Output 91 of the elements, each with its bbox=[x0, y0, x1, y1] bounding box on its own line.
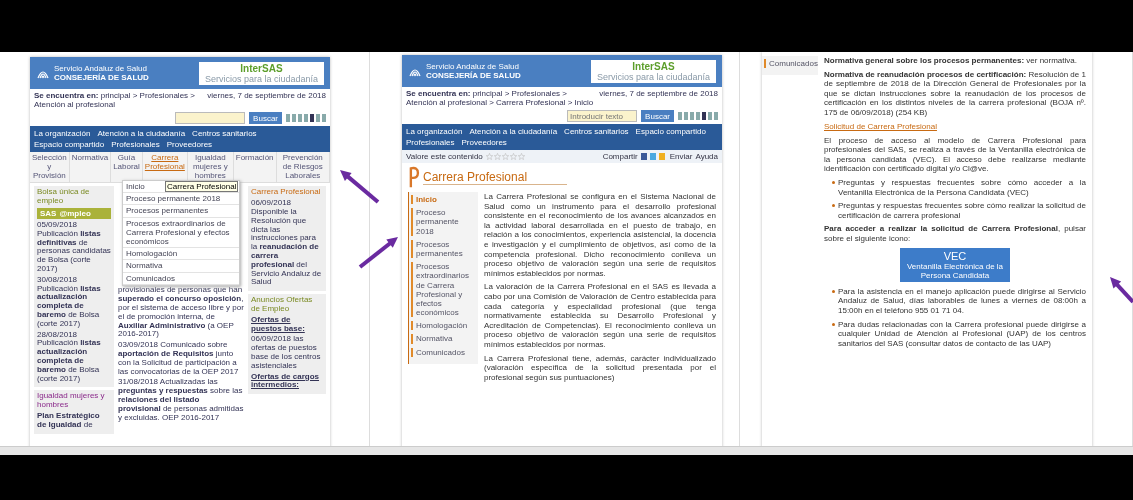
menu-item[interactable]: Homologación bbox=[123, 248, 239, 261]
paragraph: Normativa de reanudación procesos de certificación: Resolución de 1 de septiembre de 2018 de la Dirección General de Profesionales por la que se dictan instrucciones sobre la reanudación de los procesos de certificación en los distintos niveles de la carrera profesional (BOJA nº. 175 de 06/09/2018) (254 KB) bbox=[824, 69, 1086, 118]
bullet-icon bbox=[832, 204, 835, 208]
paragraph: Normativa general sobre los procesos permanentes: ver normativa. bbox=[824, 56, 1078, 66]
paragraph: La valoración de la Carrera Profesional en el SAS es llevada a cabo por una Comisión de Valoración de Centro establecida para cada categoría y especialidad profesional (que tenga normativamente establecida su Desarrollo Profesional y Acreditación de Competencias). El reconocimiento conlleva un proceso objetivo de valoración según una serie de requisitos mínimos establecidos por normas. bbox=[484, 282, 716, 350]
pointer-arrow bbox=[340, 170, 380, 204]
date-text: viernes, 7 de septiembre de 2018 bbox=[599, 89, 718, 100]
nav-link[interactable]: Proveedores bbox=[166, 140, 213, 149]
menu-link[interactable]: Procesos permanentes bbox=[411, 239, 476, 259]
news-item: 28/08/2018 Publicación listas actualización completa de baremo de Bolsa (corte 2017) bbox=[37, 330, 102, 384]
section-tab[interactable]: Prevención de Riesgos Laborales bbox=[276, 152, 330, 183]
menu-link[interactable]: Comunicados bbox=[764, 59, 816, 69]
nav-link[interactable]: Proveedores bbox=[461, 138, 507, 147]
brand-banner: InterSAS Servicios para la ciudadanía bbox=[590, 59, 716, 83]
card-title: Bolsa única de empleo bbox=[37, 188, 91, 206]
section-heading: Solicitud de Carrera Profesional bbox=[824, 121, 938, 131]
bullet-icon bbox=[832, 180, 835, 184]
section-tab[interactable]: Selección y Provisión bbox=[30, 152, 70, 183]
toolbar-icons[interactable] bbox=[286, 114, 326, 122]
toolbar-icons[interactable] bbox=[678, 112, 718, 120]
nav-link[interactable]: Centros sanitarios bbox=[564, 127, 629, 136]
news-item: 03/09/2018 Comunicado sobre aportación de Requisitos junto con la Solicitud de participación a las convocatorias de la OEP 2017 bbox=[118, 341, 240, 377]
list-item: Preguntas y respuestas frecuentes sobre cómo realizar la solicitud de certificación de carrera profesional bbox=[838, 201, 1086, 221]
brand-banner: InterSAS Servicios para la ciudadanía bbox=[198, 61, 324, 85]
logo-text: Servicio Andaluz de Salud bbox=[54, 63, 148, 73]
list-item: Preguntas y respuestas frecuentes sobre cómo acceder a la Ventanilla Electrónica de la Persona Candidata (VEC) bbox=[838, 177, 1086, 198]
rating-stars[interactable] bbox=[485, 153, 525, 160]
nav-link[interactable]: Centros sanitarios bbox=[192, 129, 257, 138]
menu-link[interactable]: Proceso permanente 2018 bbox=[411, 208, 476, 236]
bullet-icon bbox=[832, 289, 835, 293]
news-item: 05/09/2018 Publicación listas definitivas de personas candidatas de Bolsa (corte 2017) bbox=[37, 221, 111, 274]
logo-text: CONSEJERÍA DE SALUD bbox=[426, 71, 521, 81]
menu-item[interactable]: Comunicados bbox=[123, 272, 239, 285]
letter-p-icon bbox=[408, 166, 420, 188]
nav-link[interactable]: Espacio compartido bbox=[635, 127, 706, 136]
scroll-bar[interactable] bbox=[0, 446, 1133, 455]
search-field[interactable]: Introducir texto bbox=[567, 110, 638, 122]
news-item: 06/09/2018 las ofertas de puestos base de los centros asistenciales bbox=[251, 335, 322, 371]
breadcrumb: Se encuentra en: principal > Profesionales > Atención al profesional > Carrera Profesional > Inicio bbox=[406, 89, 595, 107]
page-title: Carrera Profesional bbox=[423, 170, 568, 185]
send-link[interactable]: Enviar bbox=[669, 152, 693, 161]
nav-link[interactable]: Profesionales bbox=[111, 140, 160, 149]
paragraph: Para acceder a realizar la solicitud de Carrera Profesional, pulsar sobre el siguiente icono: bbox=[824, 224, 1086, 244]
nav-link[interactable]: Atención a la ciudadanía bbox=[97, 129, 186, 138]
paragraph: El proceso de acceso al modelo de Carrera Profesional para profesionales del SAS, se realiza a través de la Ventanilla electrónica de la persona candidata (VEC). El acceso debe realizarse mediante identificación con certificado digital y/o Cl@ve. bbox=[824, 135, 1086, 174]
bullet-icon bbox=[832, 322, 835, 326]
search-button[interactable]: Buscar bbox=[249, 112, 282, 124]
nav-link[interactable]: Profesionales bbox=[406, 138, 455, 147]
date-text: viernes, 7 de septiembre de 2018 bbox=[207, 91, 326, 102]
list-item: Para la asistencia en el manejo aplicación puede dirigirse al Servicio Andaluz de Salud, días laborables de lunes a viernes de 08:00h a 15:00h en el teléfono 955 01 71 04. bbox=[838, 286, 1086, 316]
paragraph: La Carrera Profesional tiene, además, carácter individualizado (valoración específica de la solicitud presentada por el profesional según sus puntuaciones) bbox=[484, 353, 716, 383]
rating-label: Valore este contenido bbox=[406, 152, 483, 161]
breadcrumb: Se encuentra en: principal > Profesionales > Atención al profesional bbox=[34, 91, 196, 109]
search-field[interactable] bbox=[175, 112, 246, 124]
menu-item[interactable]: Procesos extraordinarios de Carrera Profesional y efectos económicos bbox=[123, 217, 239, 249]
news-item: Ofertas de cargos intermedios: bbox=[251, 372, 321, 391]
employment-logo: SAS @mpleo bbox=[37, 208, 111, 219]
section-tab[interactable]: Normativa bbox=[69, 152, 112, 183]
help-link[interactable]: Ayuda bbox=[695, 152, 718, 161]
card-title: Carrera Profesional bbox=[251, 188, 322, 198]
pointer-arrow bbox=[358, 237, 398, 269]
list-item: Para dudas relacionadas con la Carrera profesional puede dirigirse a cualquier Unidad de Atención al Profesional (UAP) de los centros sanitarios del SAS (consultar datos de contacto de las UAP) bbox=[838, 319, 1086, 349]
social-icons[interactable] bbox=[640, 153, 667, 160]
news-item: 30/08/2018 Publicación listas actualización completa de baremo de Bolsa (corte 2017) bbox=[37, 275, 102, 329]
logo-text: CONSEJERÍA DE SALUD bbox=[54, 73, 149, 83]
menu-link[interactable]: Normativa bbox=[411, 334, 476, 344]
menu-item[interactable]: Normativa bbox=[123, 260, 239, 273]
share-label: Compartir bbox=[602, 152, 638, 161]
pointer-arrow bbox=[1110, 277, 1133, 304]
news-item: Ofertas de puestos base: bbox=[251, 315, 306, 334]
nav-link[interactable]: La organización bbox=[406, 127, 463, 136]
menu-link[interactable]: Procesos extraordinarios de Carrera Profesional y efectos económicos bbox=[411, 262, 476, 318]
menu-item[interactable]: Procesos permanentes bbox=[123, 205, 239, 218]
menu-link[interactable]: Comunicados bbox=[411, 347, 476, 357]
card-title: Igualdad mujeres y hombres bbox=[37, 392, 106, 410]
search-button[interactable]: Buscar bbox=[641, 110, 674, 122]
menu-item[interactable]: Proceso permanente 2018 bbox=[123, 193, 239, 206]
nav-link[interactable]: Espacio compartido bbox=[34, 140, 105, 149]
menu-link[interactable]: Homologación bbox=[411, 321, 476, 331]
news-item: 31/08/2018 Actualizadas las preguntas y respuestas sobre las relaciones del listado provisional de personas admitidas y excluidas. OEP 2016-2017 bbox=[118, 378, 244, 423]
tooltip: Carrera Profesional bbox=[165, 181, 239, 192]
menu-link[interactable]: Inicio bbox=[411, 195, 476, 205]
nav-link[interactable]: La organización bbox=[34, 129, 91, 138]
vec-button[interactable]: VEC Ventanilla Electrónica de la Persona Candidata bbox=[900, 247, 1010, 282]
news-item: 06/09/2018 Disponible la Resolución que dicta las instrucciones para la reanudación de carrera profesional del Servicio Andaluz de Salud bbox=[251, 199, 323, 288]
news-item: provisionales de personas que han superado el concurso oposición, por el sistema de acceso libre y por el de promoción interna, de Auxiliar Administrativo (a OEP 2016-2017) bbox=[118, 286, 244, 340]
nav-link[interactable]: Atención a la ciudadanía bbox=[469, 127, 558, 136]
logo-text: Servicio Andaluz de Salud bbox=[426, 61, 520, 71]
news-item: Plan Estratégico de Igualdad de bbox=[37, 411, 101, 430]
paragraph: La Carrera Profesional se configura en el Sistema Nacional de Salud como un instrumento para el desarrollo profesional consistente en el reconocimiento de los avances alcanzados en la actividad laboral desarrollada en el puesto de trabajo, en relación a los conocimientos, experiencia asistencial, la docencia e investigación y el cumplimiento de objetivos, así como de la competencia profesional. Dicho reconocimiento conlleva un proceso objetivo de valoración según una serie de requisitos mínimos establecidos por normas. bbox=[484, 192, 716, 279]
card-title: Anuncios Ofertas de Empleo bbox=[251, 296, 314, 314]
